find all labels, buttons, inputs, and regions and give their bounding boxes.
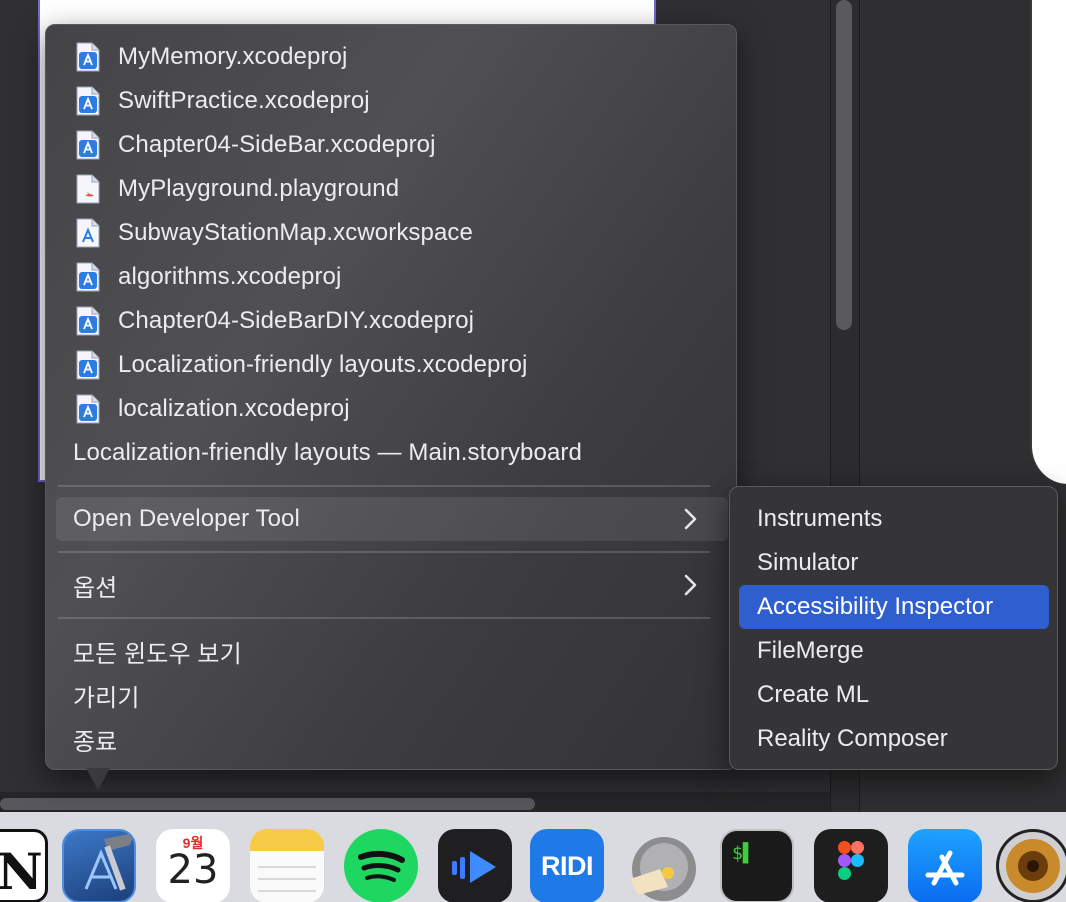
xcode-icon[interactable] [62,829,136,902]
menu-separator [58,551,710,553]
speaker-icon[interactable] [996,829,1066,902]
options-item[interactable]: 옵션 [56,563,728,607]
menu-separator [58,485,710,487]
app-store-glyph [925,850,965,886]
ridi-label: RIDI [541,851,594,881]
submenu-item-create-ml[interactable]: Create ML [739,673,1049,717]
figma-icon[interactable] [814,829,888,902]
archive-utility-icon[interactable] [624,829,698,902]
recent-item-label: MyPlayground.playground [118,175,400,202]
notion-letter: N [0,842,43,901]
recent-item-label: Localization-friendly layouts — Main.sto… [73,439,582,466]
archive-glyph [630,837,696,901]
dock-context-menu: MyMemory.xcodeproj SwiftPractice.xcodepr… [45,24,737,770]
quit-item[interactable]: 종료 [56,717,728,761]
menu-item-label: 모든 윈도우 보기 [73,640,242,668]
menu-item-label: Open Developer Tool [73,505,300,532]
menu-pointer-tail [86,768,110,790]
recent-item-localization-friendly-layouts[interactable]: Localization-friendly layouts.xcodeproj [56,343,728,387]
recent-item-myplayground[interactable]: MyPlayground.playground [56,167,728,211]
app-store-icon[interactable] [908,829,982,902]
xcodeproj-icon [76,42,100,72]
notes-icon[interactable] [250,829,324,902]
chevron-right-icon [680,572,702,598]
chevron-right-icon [680,506,702,532]
recent-item-swiftpractice[interactable]: SwiftPractice.xcodeproj [56,79,728,123]
speaker-glyph [999,832,1066,900]
xcodeproj-icon [76,350,100,380]
recent-item-mymemory[interactable]: MyMemory.xcodeproj [56,35,728,79]
infuse-icon[interactable] [438,829,512,902]
xcodeproj-icon [76,130,100,160]
open-developer-tool-item[interactable]: Open Developer Tool [56,497,728,541]
xcworkspace-icon [76,218,100,248]
notion-icon[interactable]: N [0,829,48,902]
horizontal-scrollbar-thumb[interactable] [0,798,535,810]
submenu-item-label: Simulator [757,549,859,576]
notes-lines [258,866,316,892]
recent-item-label: SubwayStationMap.xcworkspace [118,219,473,246]
calendar-icon[interactable]: 9월 23 [156,829,230,902]
recent-item-chapter04-sidebar[interactable]: Chapter04-SideBar.xcodeproj [56,123,728,167]
recent-item-algorithms[interactable]: algorithms.xcodeproj [56,255,728,299]
ridi-icon[interactable]: RIDI [530,829,604,902]
developer-tool-submenu: Instruments Simulator Accessibility Insp… [729,486,1058,770]
submenu-item-label: FileMerge [757,637,864,664]
submenu-item-reality-composer[interactable]: Reality Composer [739,717,1049,761]
recent-item-label: MyMemory.xcodeproj [118,43,348,70]
xcodeproj-icon [76,306,100,336]
recent-item-chapter04-sidebardiy[interactable]: Chapter04-SideBarDIY.xcodeproj [56,299,728,343]
submenu-item-simulator[interactable]: Simulator [739,541,1049,585]
submenu-item-label: Instruments [757,505,883,532]
spotify-waves [358,850,405,882]
xcode-glyph [84,833,134,891]
dock: N 9월 23 RIDI $▌ [0,812,1066,902]
calendar-day: 23 [167,847,219,893]
recent-item-label: Chapter04-SideBar.xcodeproj [118,131,436,158]
xcodeproj-icon [76,394,100,424]
menu-separator [58,617,710,619]
show-all-windows-item[interactable]: 모든 윈도우 보기 [56,629,728,673]
xcodeproj-icon [76,86,100,116]
terminal-prompt: $▌ [732,843,754,864]
submenu-item-label: Create ML [757,681,870,708]
menu-item-label: 옵션 [73,574,118,602]
vertical-scrollbar-thumb[interactable] [836,0,852,330]
terminal-icon[interactable]: $▌ [720,829,794,902]
recent-item-label: algorithms.xcodeproj [118,263,342,290]
submenu-item-label: Reality Composer [757,725,948,752]
menu-item-label: 종료 [73,728,118,756]
xcodeproj-icon [76,262,100,292]
submenu-item-accessibility-inspector[interactable]: Accessibility Inspector [739,585,1049,629]
figma-glyph [838,841,864,880]
play-icon [452,851,496,883]
menu-item-label: 가리기 [73,684,140,712]
recent-item-subwaystationmap[interactable]: SubwayStationMap.xcworkspace [56,211,728,255]
submenu-item-instruments[interactable]: Instruments [739,497,1049,541]
spotify-icon[interactable] [344,829,418,902]
recent-item-main-storyboard[interactable]: Localization-friendly layouts — Main.sto… [56,431,728,475]
recent-item-label: SwiftPractice.xcodeproj [118,87,370,114]
recent-item-label: localization.xcodeproj [118,395,350,422]
submenu-item-label: Accessibility Inspector [757,593,994,620]
submenu-item-filemerge[interactable]: FileMerge [739,629,1049,673]
recent-item-label: Localization-friendly layouts.xcodeproj [118,351,528,378]
recent-item-localization[interactable]: localization.xcodeproj [56,387,728,431]
background-right-pane [1030,0,1066,484]
recent-item-label: Chapter04-SideBarDIY.xcodeproj [118,307,475,334]
playground-icon [76,174,100,204]
hide-item[interactable]: 가리기 [56,673,728,717]
